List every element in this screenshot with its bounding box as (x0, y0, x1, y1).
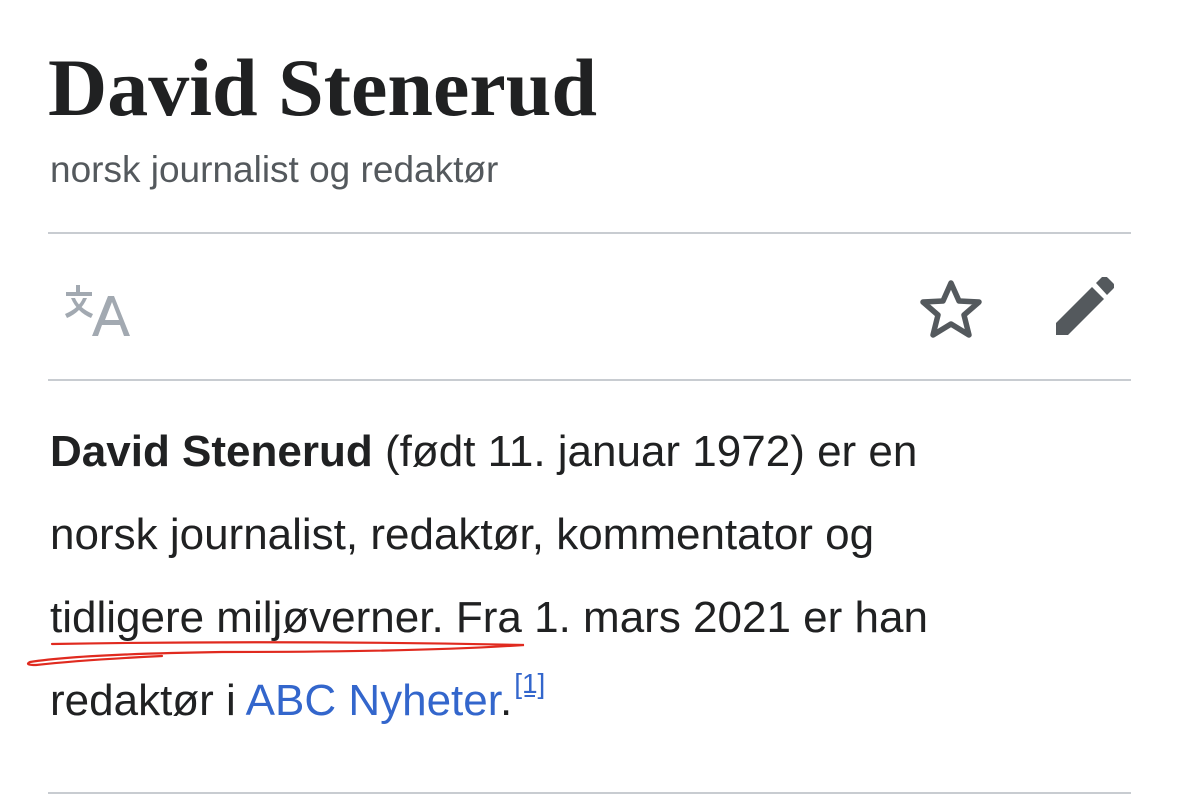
lead-subject-name: David Stenerud (50, 427, 373, 476)
page-subtitle: norsk journalist og redaktør (50, 149, 499, 190)
section-divider (48, 792, 1131, 794)
abc-nyheter-link[interactable]: ABC Nyheter (246, 676, 500, 725)
lead-line-1: David Stenerud (født 11. januar 1972) er… (50, 410, 1140, 493)
article-lead-paragraph: David Stenerud (født 11. januar 1972) er… (50, 410, 1140, 747)
hand-drawn-red-underline (26, 641, 525, 667)
lead-line-2: norsk journalist, redaktør, kommentator … (50, 510, 875, 559)
translate-icon[interactable] (64, 282, 130, 336)
page-title: David Stenerud (48, 42, 598, 133)
reference-link-1[interactable]: [1] (514, 668, 545, 699)
star-icon[interactable] (918, 278, 984, 340)
toolbar-divider (48, 379, 1131, 381)
lead-line-4: redaktør i ABC Nyheter.[1] (50, 659, 1140, 747)
header-divider (48, 232, 1131, 234)
lead-line-4-period: . (499, 676, 513, 725)
lead-line-4-text: redaktør i (50, 676, 246, 725)
lead-line-1-text: (født 11. januar 1972) er en (372, 427, 918, 476)
pencil-icon[interactable] (1052, 277, 1114, 339)
